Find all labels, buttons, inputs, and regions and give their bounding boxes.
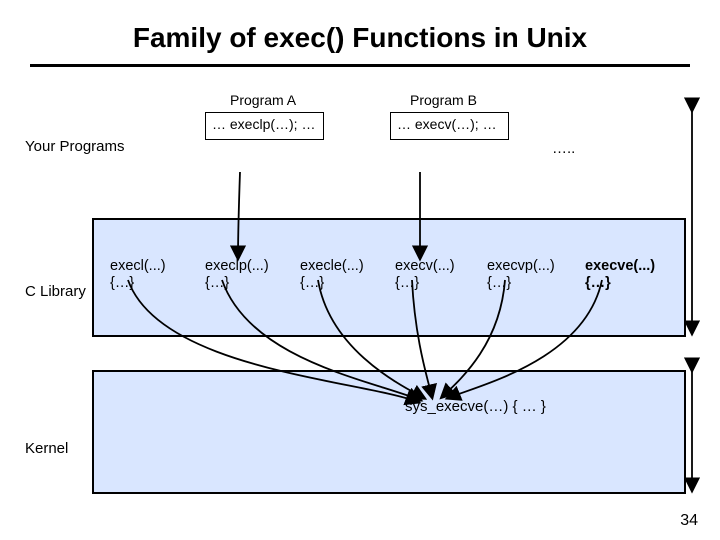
label-kernel: Kernel xyxy=(25,440,68,457)
heading-program-a: Program A xyxy=(230,92,296,108)
heading-program-b: Program B xyxy=(410,92,477,108)
func-execle: execle(...) {…} xyxy=(300,258,364,293)
func-execve: execve(...) {…} xyxy=(585,258,655,293)
func-execvp: execvp(...) {…} xyxy=(487,258,555,293)
func-execl: execl(...) {…} xyxy=(110,258,166,293)
func-execv: execv(...) {…} xyxy=(395,258,455,293)
func-execlp: execlp(...) {…} xyxy=(205,258,269,293)
syscall-execve: sys_execve(…) { … } xyxy=(405,397,546,417)
label-c-library: C Library xyxy=(25,283,86,300)
box-program-a: … execlp(…); … xyxy=(205,112,324,140)
box-program-b: … execv(…); … xyxy=(390,112,509,140)
programs-ellipsis: ….. xyxy=(552,140,575,157)
page-number: 34 xyxy=(680,512,698,530)
label-your-programs: Your Programs xyxy=(25,138,125,155)
box-kernel xyxy=(92,370,686,494)
